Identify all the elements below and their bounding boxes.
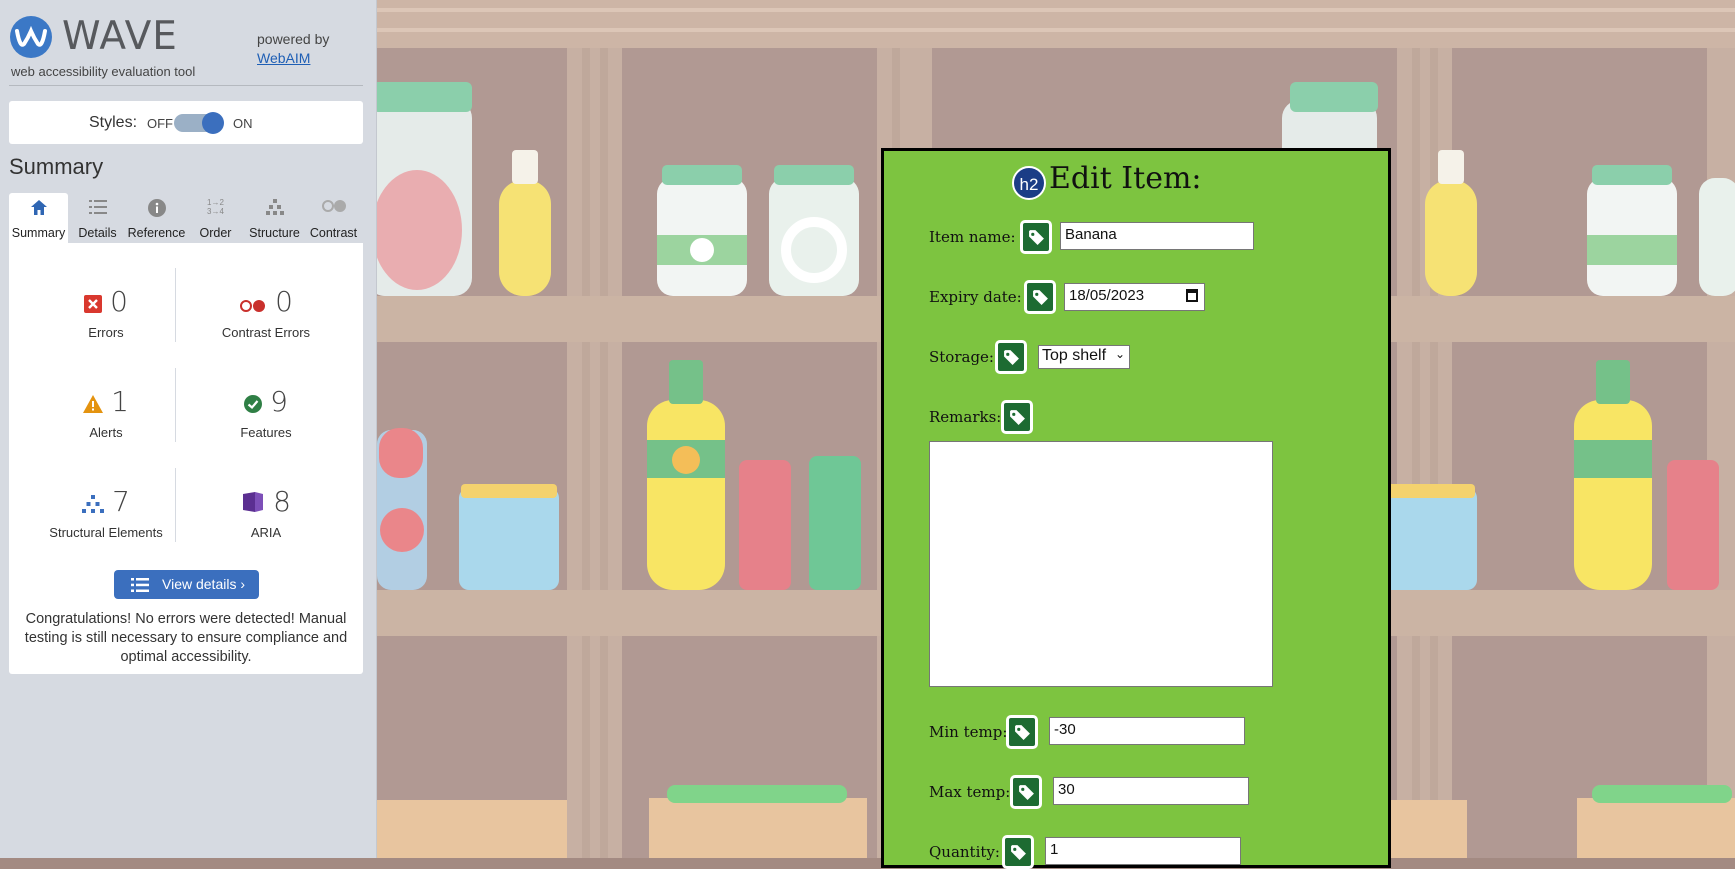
styles-off-label: OFF (147, 116, 173, 131)
congratulations-message: Congratulations! No errors were detected… (24, 611, 348, 665)
stat-divider (175, 368, 176, 442)
min-temp-input[interactable]: -30 (1049, 717, 1245, 745)
aria-icon (241, 487, 265, 520)
wave-header: WAVE web accessibility evaluation tool p… (0, 0, 376, 86)
styles-label: Styles: (89, 114, 138, 131)
list-icon (68, 199, 127, 217)
expiry-date-label: Expiry date: (929, 288, 1022, 306)
tab-label: Contrast (309, 226, 358, 240)
powered-by-text: powered by (257, 31, 330, 47)
label-tag-icon[interactable] (1020, 220, 1052, 254)
wave-logo-icon (10, 16, 52, 58)
structural-count: 7 (112, 485, 130, 518)
contrast-errors-label: Contrast Errors (221, 324, 311, 340)
chevron-down-icon: ⌄ (1114, 347, 1125, 361)
label-tag-icon[interactable] (1024, 280, 1056, 314)
structure-icon (82, 487, 105, 520)
errors-stat[interactable]: 0 Errors (26, 285, 186, 340)
features-stat[interactable]: 9 Features (186, 385, 346, 440)
feature-check-icon (244, 387, 263, 420)
item-name-label: Item name: (929, 228, 1016, 246)
view-details-button[interactable]: View details › (114, 570, 259, 599)
order-icon: 1→2 3→4 (207, 198, 224, 216)
form-title-text: Edit Item: (1049, 161, 1202, 196)
alerts-label: Alerts (89, 424, 123, 440)
features-label: Features (240, 424, 292, 440)
calendar-icon[interactable] (1186, 289, 1198, 302)
label-tag-icon[interactable] (1006, 715, 1038, 749)
form-heading: h2 Edit Item: (1012, 161, 1202, 200)
tab-contrast[interactable]: Contrast (304, 193, 363, 243)
errors-label: Errors (88, 324, 124, 340)
label-tag-icon[interactable] (1001, 400, 1033, 434)
aria-stat[interactable]: 8 ARIA (186, 485, 346, 540)
remarks-textarea[interactable] (929, 441, 1273, 687)
label-tag-icon[interactable] (1010, 775, 1042, 809)
alert-icon (83, 387, 104, 420)
webaim-link[interactable]: WebAIM (257, 49, 329, 68)
stat-divider (175, 468, 176, 542)
structure-icon (245, 199, 304, 217)
tab-reference[interactable]: Reference (127, 193, 186, 243)
wave-subtitle: web accessibility evaluation tool (11, 64, 196, 79)
aria-label: ARIA (250, 524, 282, 540)
home-icon (9, 199, 68, 217)
label-tag-icon[interactable] (995, 340, 1027, 374)
min-temp-label: Min temp: (929, 723, 1008, 741)
h2-heading-icon[interactable]: h2 (1012, 166, 1046, 200)
label-tag-icon[interactable] (1002, 835, 1034, 869)
list-icon (131, 570, 149, 599)
summary-panel: Summary Details Reference 1→23→4 Order (9, 193, 363, 674)
max-temp-label: Max temp: (929, 783, 1011, 801)
toggle-knob (202, 112, 224, 134)
tab-label: Order (199, 226, 232, 240)
contrast-errors-stat[interactable]: 0 Contrast Errors (186, 285, 346, 340)
view-details-label: View details › (162, 576, 246, 592)
alerts-count: 1 (111, 385, 129, 418)
errors-count: 0 (110, 285, 128, 318)
tab-structure[interactable]: Structure (245, 193, 304, 243)
summary-heading: Summary (9, 154, 104, 179)
structural-label: Structural Elements (49, 524, 163, 540)
item-name-input[interactable]: Banana (1060, 222, 1254, 250)
contrast-error-icon (239, 287, 267, 320)
styles-toggle-box: Styles: OFF ON (9, 101, 363, 144)
wave-sidebar: WAVE web accessibility evaluation tool p… (0, 0, 377, 858)
aria-count: 8 (273, 485, 291, 518)
tab-details[interactable]: Details (68, 193, 127, 243)
styles-on-label: ON (233, 116, 253, 131)
expiry-date-value: 18/05/2023 (1069, 287, 1145, 304)
max-temp-input[interactable]: 30 (1053, 777, 1249, 805)
wave-tabs: Summary Details Reference 1→23→4 Order (9, 193, 363, 243)
structural-stat[interactable]: 7 Structural Elements (26, 485, 186, 540)
storage-label: Storage: (929, 348, 994, 366)
tab-label: Details (78, 226, 117, 240)
stat-divider (175, 268, 176, 342)
styles-toggle[interactable] (174, 112, 224, 134)
contrast-errors-count: 0 (275, 285, 293, 318)
contrast-icon (304, 199, 363, 217)
tab-summary[interactable]: Summary (9, 193, 68, 243)
error-icon (84, 287, 103, 320)
storage-select[interactable]: Top shelf ⌄ (1038, 345, 1130, 369)
tab-label: Summary (11, 226, 66, 240)
alerts-stat[interactable]: 1 Alerts (26, 385, 186, 440)
quantity-label: Quantity: (929, 843, 1000, 861)
tab-label: Reference (127, 226, 186, 240)
header-divider (9, 85, 363, 86)
tab-order[interactable]: 1→2 3→4 Order (186, 193, 245, 243)
features-count: 9 (270, 385, 288, 418)
powered-by: powered by WebAIM (257, 30, 329, 68)
remarks-label: Remarks: (929, 408, 1002, 426)
info-icon (127, 199, 186, 217)
edit-item-form: h2 Edit Item: Item name: Banana Expiry d… (881, 148, 1391, 869)
storage-selected-value: Top shelf (1042, 347, 1107, 364)
expiry-date-input[interactable]: 18/05/2023 (1064, 283, 1205, 311)
tab-label: Structure (249, 226, 300, 240)
quantity-input[interactable]: 1 (1045, 837, 1241, 865)
wave-title: WAVE (62, 14, 178, 59)
